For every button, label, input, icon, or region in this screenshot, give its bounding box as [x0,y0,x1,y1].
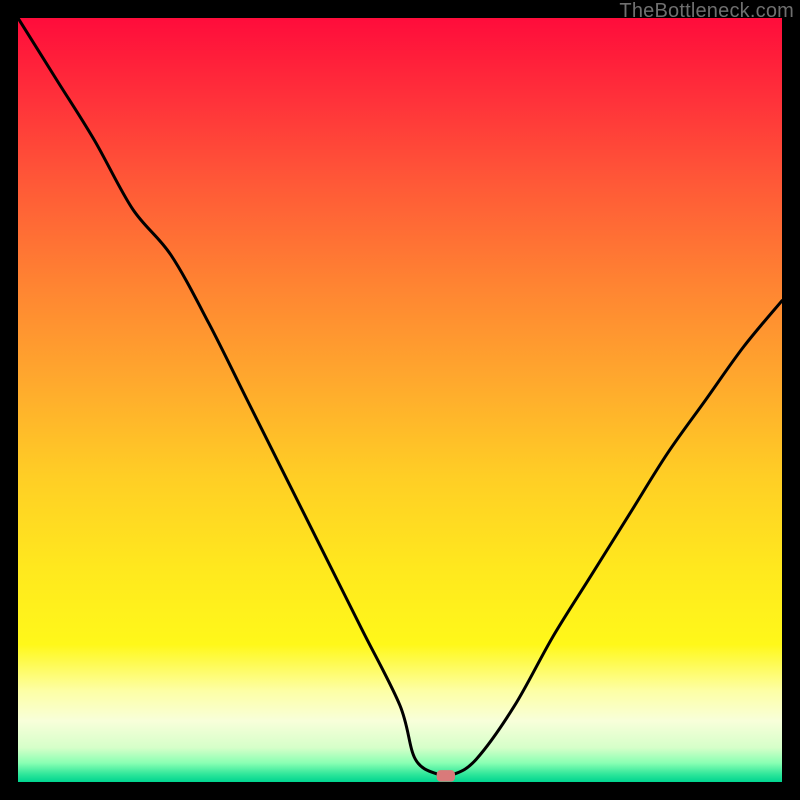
gradient-background [18,18,782,782]
bottleneck-curve-chart [18,18,782,782]
chart-frame: TheBottleneck.com [0,0,800,800]
attribution-label: TheBottleneck.com [619,0,794,23]
minimum-marker [437,770,455,781]
plot-area [18,18,782,782]
